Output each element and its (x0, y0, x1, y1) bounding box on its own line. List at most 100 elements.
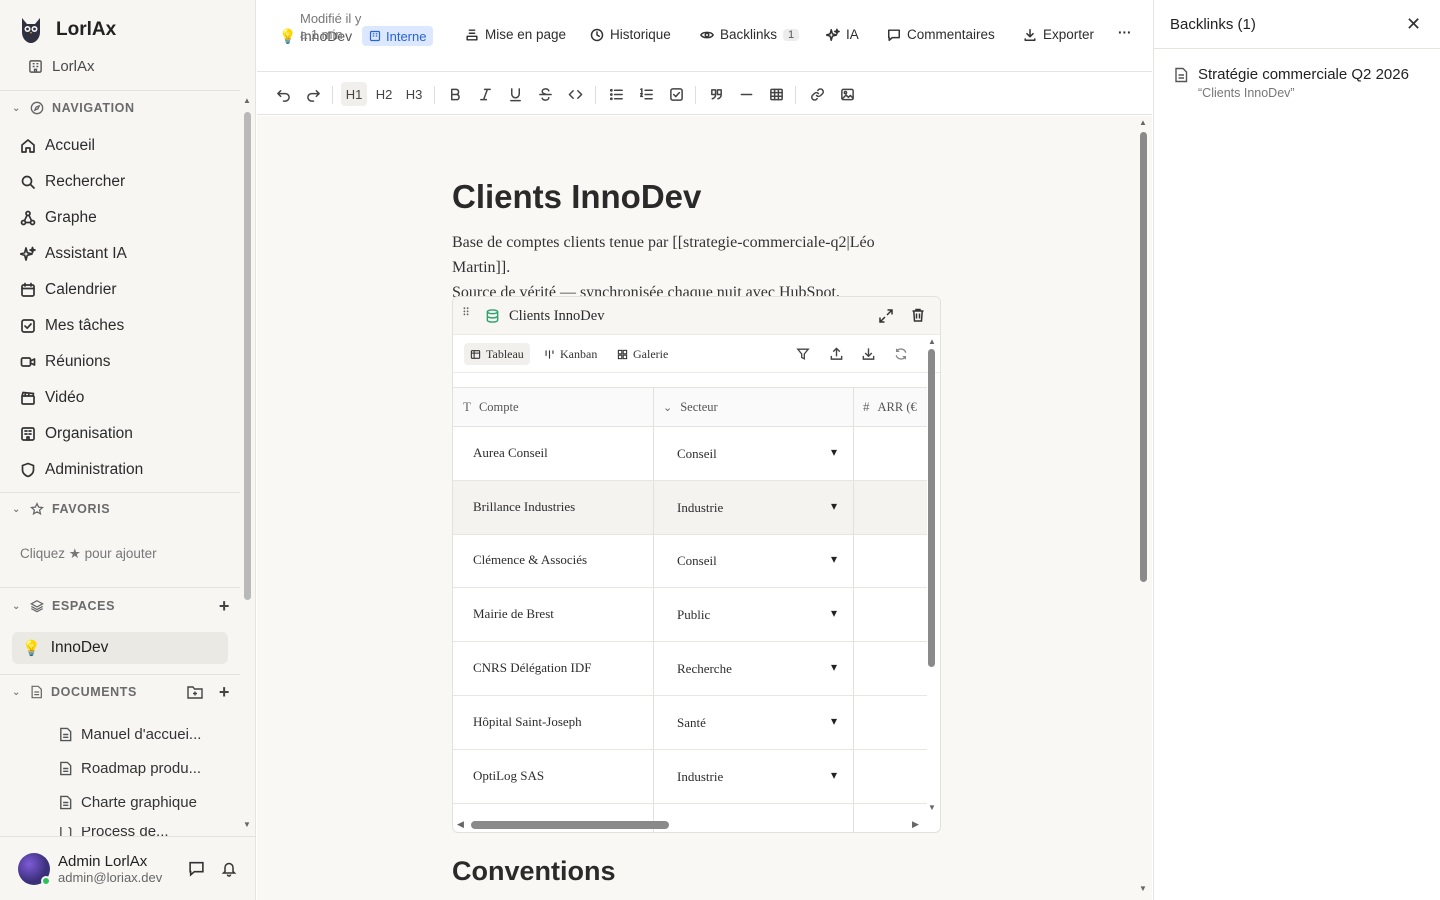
table-row[interactable]: Hôpital Saint-Joseph Santé ▾ (453, 696, 927, 750)
column-header-secteur[interactable]: ⌄ Secteur (653, 387, 853, 427)
editor-canvas[interactable]: Clients InnoDev Base de comptes clients … (257, 116, 1137, 900)
espaces-section-header[interactable]: ⌄ ESPACES + (12, 597, 230, 615)
cell-secteur-select[interactable]: Conseil (677, 553, 717, 569)
chevron-down-icon[interactable]: ▾ (831, 714, 837, 729)
scroll-down-arrow[interactable]: ▼ (1139, 884, 1147, 893)
layout-button[interactable]: Mise en page (465, 27, 566, 42)
sidebar-item-accueil[interactable]: Accueil (20, 134, 95, 158)
document-paragraph[interactable]: Base de comptes clients tenue par [[stra… (452, 230, 932, 305)
column-header-compte[interactable]: T Compte (453, 387, 653, 427)
chevron-down-icon[interactable]: ▾ (831, 606, 837, 621)
cell-compte[interactable]: Mairie de Brest (473, 606, 554, 622)
image-button[interactable] (834, 82, 860, 106)
chevron-down-icon[interactable]: ▾ (831, 552, 837, 567)
table-row[interactable]: OptiLog SAS Industrie ▾ (453, 750, 927, 804)
scroll-right-arrow[interactable]: ▶ (912, 819, 919, 830)
document-item[interactable]: Process de... (58, 827, 169, 836)
section-heading[interactable]: Conventions (452, 856, 616, 887)
chat-icon[interactable] (188, 860, 205, 877)
table-horizontal-scrollbar[interactable] (471, 821, 669, 829)
document-item[interactable]: Roadmap produ... (58, 760, 201, 777)
document-item[interactable]: Manuel d'accuei... (58, 726, 201, 743)
visibility-badge[interactable]: Interne (362, 26, 434, 46)
sidebar-item-graphe[interactable]: Graphe (20, 206, 97, 230)
bold-button[interactable] (442, 82, 468, 106)
org-switcher[interactable]: LorlAx (28, 58, 95, 75)
sidebar-item-mes-taches[interactable]: Mes tâches (20, 314, 124, 338)
view-tab-tableau[interactable]: Tableau (464, 343, 530, 365)
link-button[interactable] (804, 82, 830, 106)
view-tab-galerie[interactable]: Galerie (611, 343, 674, 365)
table-row[interactable]: Brillance Industries Industrie ▾ (453, 481, 927, 535)
heading-1-button[interactable]: H1 (341, 82, 367, 106)
table-row[interactable]: Aurea Conseil Conseil ▾ (453, 427, 927, 481)
expand-icon[interactable] (878, 308, 894, 324)
chevron-down-icon[interactable]: ▾ (831, 768, 837, 783)
scroll-down-arrow[interactable]: ▼ (928, 803, 936, 812)
checklist-button[interactable] (663, 82, 689, 106)
sidebar-item-calendrier[interactable]: Calendrier (20, 278, 117, 302)
cell-secteur-select[interactable]: Recherche (677, 661, 732, 677)
cell-secteur-select[interactable]: Public (677, 607, 710, 623)
favoris-section-header[interactable]: ⌄ FAVORIS (12, 502, 230, 516)
sidebar-item-reunions[interactable]: Réunions (20, 350, 111, 374)
quote-button[interactable] (703, 82, 729, 106)
heading-3-button[interactable]: H3 (401, 82, 427, 106)
cell-secteur-select[interactable]: Industrie (677, 769, 723, 785)
chevron-down-icon[interactable]: ▾ (831, 445, 837, 460)
drag-handle-icon[interactable]: ⠿ (462, 306, 470, 319)
page-title[interactable]: Clients InnoDev (452, 178, 701, 216)
strikethrough-button[interactable] (532, 82, 558, 106)
table-button[interactable] (763, 82, 789, 106)
chevron-down-icon[interactable]: ▾ (831, 499, 837, 514)
scroll-up-arrow[interactable]: ▲ (243, 96, 251, 105)
scroll-up-arrow[interactable]: ▲ (928, 337, 936, 346)
numbered-list-button[interactable] (633, 82, 659, 106)
view-tab-kanban[interactable]: Kanban (538, 343, 603, 365)
underline-button[interactable] (502, 82, 528, 106)
navigation-section-header[interactable]: ⌄ NAVIGATION (12, 101, 230, 115)
italic-button[interactable] (472, 82, 498, 106)
comments-button[interactable]: Commentaires (887, 27, 995, 42)
table-row[interactable]: CNRS Délégation IDF Recherche ▾ (453, 642, 927, 696)
sidebar-item-video[interactable]: Vidéo (20, 386, 84, 410)
sidebar-item-assistant-ia[interactable]: Assistant IA (20, 242, 127, 266)
backlinks-button[interactable]: Backlinks 1 (700, 27, 800, 42)
code-button[interactable] (562, 82, 588, 106)
space-item-innodev[interactable]: 💡 InnoDev (12, 632, 228, 664)
new-folder-icon[interactable] (187, 685, 203, 699)
brand[interactable]: LorlAx (18, 16, 116, 44)
table-row[interactable]: Mairie de Brest Public ▾ (453, 588, 927, 642)
more-options-button[interactable]: ··· (1118, 25, 1132, 40)
add-space-icon[interactable]: + (219, 597, 230, 615)
sidebar-item-administration[interactable]: Administration (20, 458, 143, 482)
upload-icon[interactable] (829, 346, 844, 361)
export-button[interactable]: Exporter (1023, 27, 1094, 42)
cell-compte[interactable]: Aurea Conseil (473, 445, 548, 461)
database-title[interactable]: Clients InnoDev (509, 308, 604, 325)
close-icon[interactable]: ✕ (1406, 14, 1421, 35)
history-button[interactable]: Historique (590, 27, 671, 42)
backlink-title[interactable]: Stratégie commerciale Q2 2026 (1198, 66, 1409, 83)
editor-scrollbar[interactable] (1140, 132, 1147, 582)
cell-compte[interactable]: Hôpital Saint-Joseph (473, 714, 582, 730)
sidebar-scrollbar[interactable] (244, 112, 251, 600)
redo-button[interactable] (300, 82, 326, 106)
cell-compte[interactable]: OptiLog SAS (473, 768, 544, 784)
refresh-icon[interactable] (894, 347, 908, 361)
ai-button[interactable]: IA (826, 27, 859, 42)
scroll-left-arrow[interactable]: ◀ (457, 819, 464, 830)
divider-button[interactable] (733, 82, 759, 106)
scroll-up-arrow[interactable]: ▲ (1139, 118, 1147, 127)
bullet-list-button[interactable] (603, 82, 629, 106)
trash-icon[interactable] (910, 307, 926, 323)
documents-section-header[interactable]: ⌄ DOCUMENTS + (12, 683, 230, 701)
table-row[interactable]: Clémence & Associés Conseil ▾ (453, 534, 927, 588)
heading-2-button[interactable]: H2 (371, 82, 397, 106)
scroll-down-arrow[interactable]: ▼ (243, 820, 251, 829)
add-document-icon[interactable]: + (219, 683, 230, 701)
cell-secteur-select[interactable]: Industrie (677, 500, 723, 516)
user-profile[interactable]: Admin LorlAx admin@loriax.dev (0, 836, 255, 900)
chevron-down-icon[interactable]: ▾ (831, 660, 837, 675)
sidebar-item-organisation[interactable]: Organisation (20, 422, 133, 446)
